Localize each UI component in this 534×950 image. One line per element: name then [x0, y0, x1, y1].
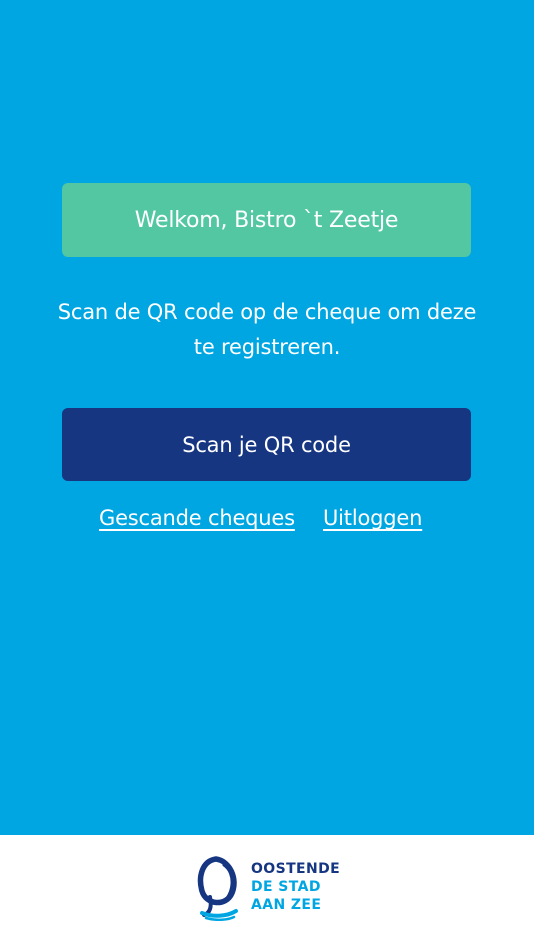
logo-line-oostende: OOSTENDE	[251, 861, 341, 877]
welcome-banner: Welkom, Bistro `t Zeetje	[62, 183, 471, 257]
action-links: Gescande cheques Uitloggen	[0, 506, 534, 540]
scan-qr-button[interactable]: Scan je QR code	[62, 408, 471, 481]
app-screen: Welkom, Bistro `t Zeetje Scan de QR code…	[0, 0, 534, 950]
oostende-logo: OOSTENDE DE STAD AAN ZEE	[196, 855, 346, 925]
footer: OOSTENDE DE STAD AAN ZEE	[0, 835, 534, 950]
logo-wordmark: OOSTENDE DE STAD AAN ZEE	[251, 860, 340, 914]
main-content: Welkom, Bistro `t Zeetje Scan de QR code…	[0, 0, 534, 835]
logo-line-aan-zee: AAN ZEE	[251, 897, 322, 913]
scan-instruction: Scan de QR code op de cheque om deze te …	[57, 300, 477, 359]
scanned-cheques-link[interactable]: Gescande cheques	[99, 506, 295, 530]
welcome-text: Welkom, Bistro `t Zeetje	[134, 207, 399, 233]
logout-link[interactable]: Uitloggen	[323, 506, 422, 530]
oostende-logo-icon	[197, 856, 238, 921]
logo-line-de-stad: DE STAD	[251, 879, 321, 895]
scan-qr-button-label: Scan je QR code	[182, 432, 351, 457]
